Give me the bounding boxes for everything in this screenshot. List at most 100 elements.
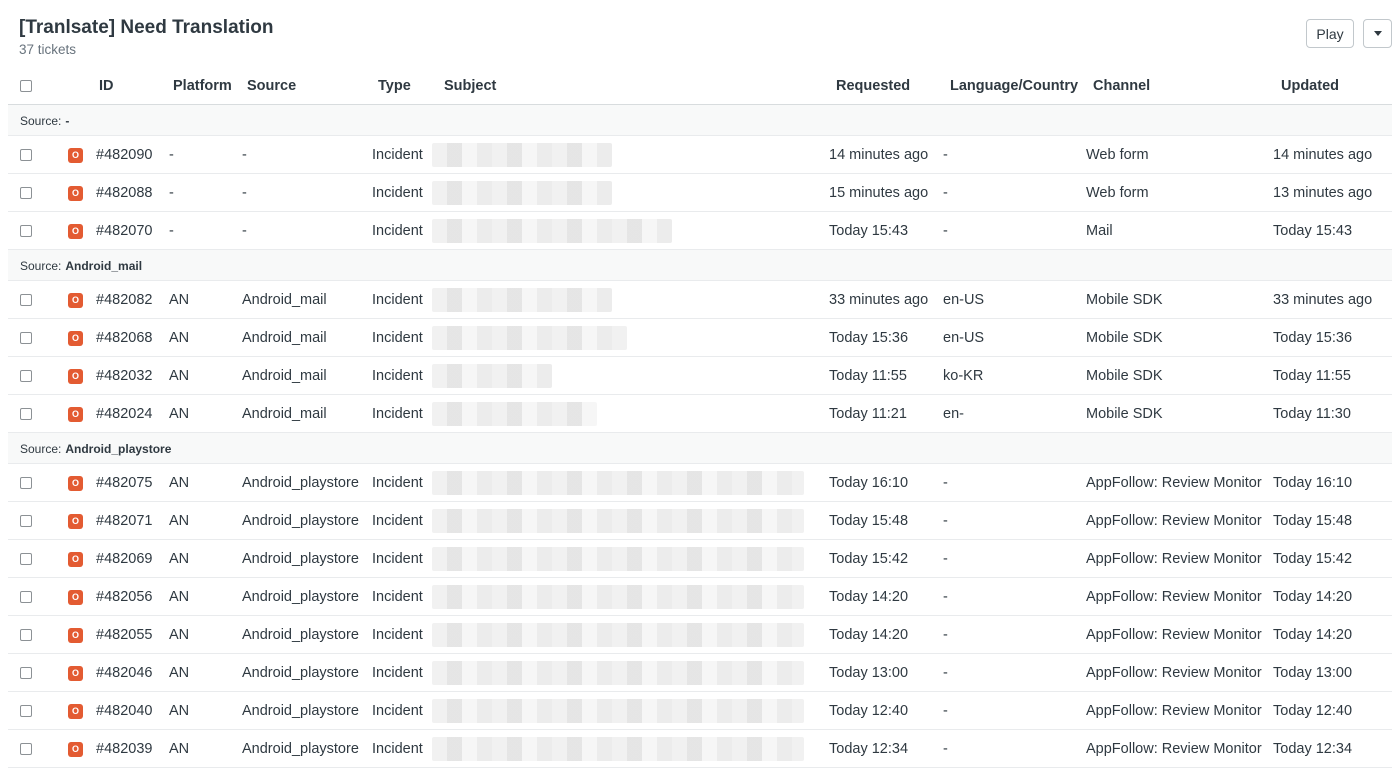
ticket-source: Android_playstore <box>242 665 359 681</box>
ticket-id[interactable]: #482070 <box>96 212 152 250</box>
ticket-id[interactable]: #482056 <box>96 578 152 616</box>
ticket-id[interactable]: #482024 <box>96 395 152 433</box>
table-row[interactable]: O #482032 AN Android_mail Incident Today 11:5… <box>8 357 1392 395</box>
ticket-type: Incident <box>372 589 423 605</box>
ticket-id[interactable]: #482068 <box>96 319 152 357</box>
ticket-requested: Today 15:43 <box>829 223 909 239</box>
row-checkbox[interactable] <box>20 408 32 420</box>
ticket-channel: Mobile SDK <box>1086 406 1163 422</box>
group-label: Source: Android_mail <box>20 250 142 281</box>
ticket-id[interactable]: #482046 <box>96 654 152 692</box>
row-checkbox[interactable] <box>20 187 32 199</box>
ticket-id[interactable]: #482088 <box>96 174 152 212</box>
ticket-id[interactable]: #482032 <box>96 357 152 395</box>
column-header-id[interactable]: ID <box>99 66 114 105</box>
play-controls: Play <box>1306 19 1392 48</box>
column-header-subject[interactable]: Subject <box>444 66 496 105</box>
row-checkbox[interactable] <box>20 705 32 717</box>
ticket-table: ID Platform Source Type Subject Requeste… <box>8 66 1392 768</box>
column-header-channel[interactable]: Channel <box>1093 66 1150 105</box>
ticket-requested: 14 minutes ago <box>829 147 929 163</box>
ticket-channel: Mobile SDK <box>1086 330 1163 346</box>
table-row[interactable]: O #482068 AN Android_mail Incident Today 15:3… <box>8 319 1392 357</box>
ticket-subject-redacted[interactable] <box>432 661 804 685</box>
row-checkbox[interactable] <box>20 629 32 641</box>
ticket-id[interactable]: #482082 <box>96 281 152 319</box>
row-checkbox[interactable] <box>20 591 32 603</box>
table-row[interactable]: O #482055 AN Android_playstore Incident Today… <box>8 616 1392 654</box>
row-checkbox[interactable] <box>20 515 32 527</box>
ticket-subject-redacted[interactable] <box>432 623 804 647</box>
row-checkbox[interactable] <box>20 332 32 344</box>
row-checkbox[interactable] <box>20 370 32 382</box>
ticket-source: Android_mail <box>242 368 327 384</box>
ticket-platform: - <box>169 223 174 239</box>
ticket-updated: Today 15:42 <box>1273 551 1353 567</box>
row-checkbox[interactable] <box>20 225 32 237</box>
ticket-subject-redacted[interactable] <box>432 326 627 350</box>
ticket-id[interactable]: #482071 <box>96 502 152 540</box>
column-header-requested[interactable]: Requested <box>836 66 910 105</box>
row-checkbox[interactable] <box>20 477 32 489</box>
ticket-channel: AppFollow: Review Monitor <box>1086 741 1262 757</box>
ticket-source: - <box>242 223 247 239</box>
play-dropdown-button[interactable] <box>1363 19 1392 48</box>
table-row[interactable]: O #482069 AN Android_playstore Incident Today… <box>8 540 1392 578</box>
table-row[interactable]: O #482071 AN Android_playstore Incident Today… <box>8 502 1392 540</box>
ticket-type: Incident <box>372 703 423 719</box>
row-checkbox[interactable] <box>20 743 32 755</box>
ticket-channel: AppFollow: Review Monitor <box>1086 665 1262 681</box>
table-row[interactable]: O #482075 AN Android_playstore Incident Today… <box>8 464 1392 502</box>
table-row[interactable]: O #482082 AN Android_mail Incident 33 minutes… <box>8 281 1392 319</box>
ticket-subject-redacted[interactable] <box>432 181 612 205</box>
table-row[interactable]: O #482088- - Incident 15 minutes ago - Web for… <box>8 174 1392 212</box>
status-open-icon: O <box>68 513 83 529</box>
table-row[interactable]: O #482039 AN Android_playstore Incident Today… <box>8 730 1392 768</box>
column-header-type[interactable]: Type <box>378 66 411 105</box>
status-open-icon: O <box>68 223 83 239</box>
table-row[interactable]: O #482040 AN Android_playstore Incident Today… <box>8 692 1392 730</box>
ticket-subject-redacted[interactable] <box>432 402 597 426</box>
ticket-subject-redacted[interactable] <box>432 364 552 388</box>
table-row[interactable]: O #482090- - Incident 14 minutes ago - Web for… <box>8 136 1392 174</box>
chevron-down-icon <box>1373 31 1382 36</box>
group-source: Android_playstore <box>65 441 172 456</box>
ticket-id[interactable]: #482090 <box>96 136 152 174</box>
ticket-language: en-US <box>943 292 985 308</box>
ticket-updated: 14 minutes ago <box>1273 147 1373 163</box>
select-all-checkbox[interactable] <box>20 79 32 92</box>
ticket-subject-redacted[interactable] <box>432 585 804 609</box>
table-row[interactable]: O #482056 AN Android_playstore Incident Today… <box>8 578 1392 616</box>
ticket-count: 37 tickets <box>19 42 77 57</box>
group-prefix: Source: <box>20 113 62 128</box>
table-row[interactable]: O #482046 AN Android_playstore Incident Today… <box>8 654 1392 692</box>
ticket-requested: Today 12:40 <box>829 703 909 719</box>
row-checkbox[interactable] <box>20 149 32 161</box>
table-row[interactable]: O #482024 AN Android_mail Incident Today 11:2… <box>8 395 1392 433</box>
row-checkbox[interactable] <box>20 294 32 306</box>
column-header-platform[interactable]: Platform <box>173 66 232 105</box>
ticket-id[interactable]: #482069 <box>96 540 152 578</box>
ticket-subject-redacted[interactable] <box>432 288 612 312</box>
column-header-updated[interactable]: Updated <box>1281 66 1339 105</box>
ticket-id[interactable]: #482055 <box>96 616 152 654</box>
ticket-subject-redacted[interactable] <box>432 471 804 495</box>
ticket-language: - <box>943 551 948 567</box>
ticket-subject-redacted[interactable] <box>432 737 804 761</box>
ticket-subject-redacted[interactable] <box>432 699 804 723</box>
ticket-subject-redacted[interactable] <box>432 143 612 167</box>
column-header-source[interactable]: Source <box>247 66 296 105</box>
ticket-subject-redacted[interactable] <box>432 219 672 243</box>
ticket-id[interactable]: #482039 <box>96 730 152 768</box>
ticket-requested: Today 11:21 <box>829 406 907 422</box>
ticket-id[interactable]: #482040 <box>96 692 152 730</box>
ticket-id[interactable]: #482075 <box>96 464 152 502</box>
row-checkbox[interactable] <box>20 553 32 565</box>
row-checkbox[interactable] <box>20 667 32 679</box>
ticket-subject-redacted[interactable] <box>432 509 804 533</box>
play-button[interactable]: Play <box>1306 19 1354 48</box>
table-row[interactable]: O #482070 - - Incident Today 15:43 - Mail Today … <box>8 212 1392 250</box>
ticket-subject-redacted[interactable] <box>432 547 804 571</box>
ticket-updated: Today 13:00 <box>1273 665 1353 681</box>
column-header-language-country[interactable]: Language/Country <box>950 66 1078 105</box>
